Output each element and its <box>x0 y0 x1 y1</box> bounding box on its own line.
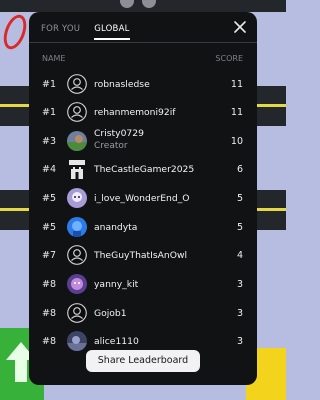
rank-label: #8 <box>42 307 57 319</box>
ring-shape <box>0 11 31 53</box>
leaderboard-row[interactable]: #7 TheGuyThatIsAnOwl 4 <box>29 241 257 269</box>
leaderboard-row[interactable]: #5 anandyta 5 <box>29 213 257 241</box>
username: rehanmemoni92if <box>94 106 176 118</box>
username: yanny_kit <box>94 278 139 290</box>
default-avatar-icon <box>67 102 87 122</box>
leaderboard-row[interactable]: #5 i_love_WonderEnd_O 5 <box>29 184 257 212</box>
rank-label: #8 <box>42 278 57 290</box>
photo-avatar <box>67 331 87 351</box>
rank-label: #1 <box>42 78 57 90</box>
username: alice1110 <box>94 335 139 347</box>
leaderboard-row[interactable]: #1 rehanmemoni92if 11 <box>29 98 257 126</box>
username: Cristy0729 <box>94 128 144 139</box>
username: i_love_WonderEnd_O <box>94 192 190 204</box>
leaderboard-row[interactable]: #1 robnasledse 11 <box>29 70 257 98</box>
creator-label: Creator <box>94 141 128 151</box>
score-value: 10 <box>230 135 243 147</box>
castle-logo-avatar <box>67 159 87 179</box>
leaderboard-row[interactable]: #3 Cristy0729 Creator 10 <box>29 127 257 155</box>
leaderboard-panel: FOR YOU GLOBAL NAME SCORE #1 robnasledse… <box>29 12 257 385</box>
blue-character-avatar <box>67 217 87 237</box>
username: robnasledse <box>94 78 150 90</box>
purple-character-avatar <box>67 274 87 294</box>
username: anandyta <box>94 221 138 233</box>
leaderboard-row[interactable]: #4 TheCastleGamer2025 6 <box>29 155 257 183</box>
photo-avatar <box>67 131 87 151</box>
leaderboard-row[interactable]: #8 yanny_kit 3 <box>29 270 257 298</box>
rank-label: #4 <box>42 163 57 175</box>
rank-label: #3 <box>42 135 57 147</box>
share-leaderboard-button[interactable]: Share Leaderboard <box>86 350 200 372</box>
tab-for-you[interactable]: FOR YOU <box>41 18 80 40</box>
username: TheCastleGamer2025 <box>94 163 195 175</box>
rank-label: #1 <box>42 106 57 118</box>
score-column-label: SCORE <box>215 54 243 63</box>
score-value: 3 <box>236 335 243 347</box>
tab-global[interactable]: GLOBAL <box>94 18 130 40</box>
rank-label: #5 <box>42 221 57 233</box>
default-avatar-icon <box>67 245 87 265</box>
rank-label: #7 <box>42 249 57 261</box>
default-avatar-icon <box>67 303 87 323</box>
column-header: NAME SCORE <box>42 54 243 63</box>
character-avatar <box>67 188 87 208</box>
leaderboard-row[interactable]: #8 Gojob1 3 <box>29 299 257 327</box>
tab-bar: FOR YOU GLOBAL <box>41 18 130 40</box>
rank-label: #8 <box>42 335 57 347</box>
score-value: 6 <box>236 163 243 175</box>
score-value: 11 <box>230 106 243 118</box>
score-value: 5 <box>236 221 243 233</box>
score-value: 11 <box>230 78 243 90</box>
username: TheGuyThatIsAnOwl <box>94 249 188 261</box>
tab-divider <box>29 42 257 43</box>
default-avatar-icon <box>67 74 87 94</box>
score-value: 5 <box>236 192 243 204</box>
score-value: 3 <box>236 307 243 319</box>
rank-label: #5 <box>42 192 57 204</box>
name-column-label: NAME <box>42 54 66 63</box>
username: Gojob1 <box>94 307 127 319</box>
score-value: 3 <box>236 278 243 290</box>
score-value: 4 <box>236 249 243 261</box>
close-icon[interactable] <box>233 20 247 34</box>
